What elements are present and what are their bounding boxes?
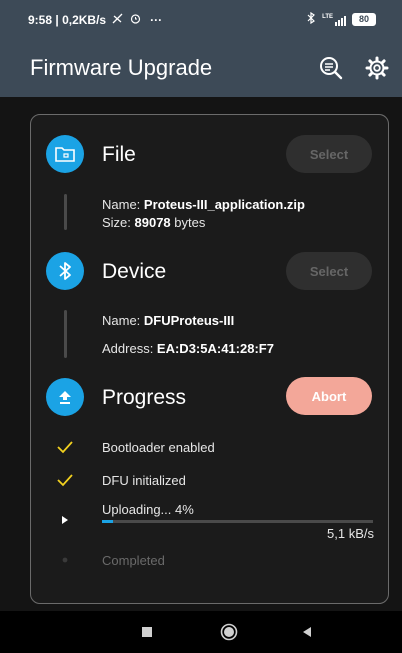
check-icon: [55, 470, 75, 490]
device-name-label: Name:: [102, 313, 144, 328]
device-section-title: Device: [102, 260, 167, 283]
upgrade-card: File Select Name: Proteus-III_applicatio…: [30, 114, 389, 604]
status-time: 9:58: [28, 13, 53, 27]
file-divider: [64, 194, 67, 230]
network-label: LTE: [322, 13, 333, 20]
file-name-value: Proteus-III_application.zip: [143, 197, 305, 212]
settings-gear-icon[interactable]: [364, 55, 390, 81]
file-select-button[interactable]: Select: [286, 135, 372, 173]
alarm-icon: [130, 13, 144, 27]
file-section-title: File: [102, 143, 136, 166]
recents-icon[interactable]: [137, 622, 157, 642]
upload-progress-fill: [102, 520, 113, 523]
abort-button[interactable]: Abort: [286, 377, 372, 415]
device-name-row: Name: DFUProteus-III: [102, 313, 234, 328]
log-search-icon[interactable]: [318, 55, 344, 81]
file-size-row: Size: 89078 bytes: [102, 215, 205, 230]
battery-level: 80: [358, 14, 369, 24]
step-dfu-label: DFU initialized: [102, 473, 186, 488]
status-more: ···: [150, 13, 163, 27]
device-address-label: Address:: [102, 341, 157, 356]
device-address-value: EA:D3:5A:41:28:F7: [156, 341, 274, 356]
content-area: File Select Name: Proteus-III_applicatio…: [0, 97, 402, 611]
file-size-unit: bytes: [170, 215, 206, 230]
device-select-button[interactable]: Select: [286, 252, 372, 290]
step-completed-label: Completed: [102, 553, 165, 568]
progress-section-title: Progress: [102, 386, 187, 409]
bluetooth-icon: [46, 252, 84, 290]
check-icon: [55, 437, 75, 457]
back-icon[interactable]: [297, 622, 317, 642]
system-nav-bar: [0, 611, 402, 653]
upload-speed: 5,1 kB/s: [327, 526, 374, 541]
home-icon[interactable]: [219, 622, 239, 642]
status-left: 9:58 | 0,2KB/s ···: [28, 13, 162, 27]
upload-progress-bar: [102, 520, 373, 523]
battery-icon: 80: [352, 13, 376, 26]
status-bar: 9:58 | 0,2KB/s ··· LTE 80: [0, 0, 402, 40]
signal-icon: LTE: [322, 14, 346, 26]
play-arrow-icon: [55, 510, 75, 530]
status-right: LTE 80: [307, 11, 376, 27]
pending-dot-icon: [55, 550, 75, 570]
device-address-row: Address: EA:D3:5A:41:28:F7: [102, 341, 274, 356]
step-uploading-label: Uploading... 4%: [102, 502, 194, 517]
upload-icon: [46, 378, 84, 416]
app-bar: Firmware Upgrade: [0, 40, 402, 97]
bluetooth-status-icon: [307, 11, 316, 27]
device-name-value: DFUProteus-III: [143, 313, 235, 328]
file-size-value: 89078: [134, 215, 171, 230]
page-title: Firmware Upgrade: [30, 55, 213, 80]
no-signal-icon: [112, 13, 126, 27]
file-size-label: Size:: [102, 215, 135, 230]
file-name-row: Name: Proteus-III_application.zip: [102, 197, 305, 212]
status-speed: 0,2KB/s: [62, 13, 107, 27]
step-bootloader-label: Bootloader enabled: [102, 440, 215, 455]
device-divider: [64, 310, 67, 358]
file-name-label: Name:: [102, 197, 144, 212]
file-folder-icon: [46, 135, 84, 173]
